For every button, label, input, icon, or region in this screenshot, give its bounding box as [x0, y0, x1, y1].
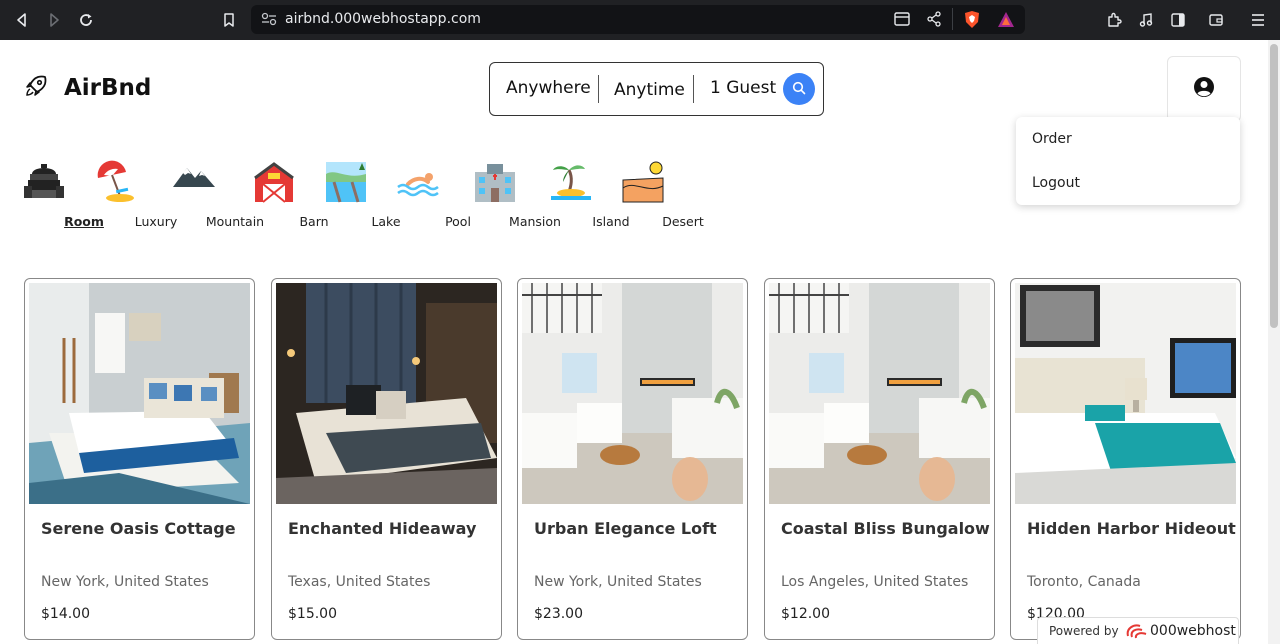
- powered-by-brand: 000webhost: [1150, 623, 1236, 639]
- browser-toolbar: airbnd.000webhostapp.com: [0, 0, 1280, 40]
- listing-photo[interactable]: [769, 283, 990, 504]
- search-divider: [693, 75, 694, 103]
- url-text: airbnd.000webhostapp.com: [285, 11, 481, 27]
- category-label: Lake: [371, 214, 401, 229]
- site-info-icon[interactable]: [261, 12, 277, 26]
- mountain-icon: [173, 160, 217, 204]
- powered-by-text: Powered by: [1049, 624, 1119, 638]
- sidebar-icon[interactable]: [1166, 8, 1190, 32]
- search-divider: [598, 75, 599, 103]
- url-divider: [952, 8, 953, 30]
- category-label: Desert: [662, 214, 704, 229]
- category-label: Pool: [445, 214, 471, 229]
- listing-price: $23.00: [534, 606, 583, 622]
- mansion-icon: [473, 160, 517, 204]
- wallet-icon[interactable]: [1204, 8, 1228, 32]
- category-label: Island: [592, 214, 630, 229]
- search-bar[interactable]: Anywhere Anytime 1 Guest: [489, 62, 824, 116]
- listing-price: $15.00: [288, 606, 337, 622]
- share-icon[interactable]: [926, 11, 942, 27]
- user-menu-button[interactable]: [1167, 56, 1241, 122]
- menu-item-order[interactable]: Order: [1032, 131, 1072, 147]
- lake-icon: [324, 160, 368, 204]
- forward-icon[interactable]: [42, 8, 66, 32]
- listing-card[interactable]: Hidden Harbor Hideout Toronto, Canada $1…: [1010, 278, 1241, 640]
- search-when[interactable]: Anytime: [614, 80, 685, 100]
- listing-price: $12.00: [781, 606, 830, 622]
- category-label: Mansion: [509, 214, 561, 229]
- back-icon[interactable]: [10, 8, 34, 32]
- search-guests[interactable]: 1 Guest: [710, 78, 776, 98]
- search-button[interactable]: [783, 73, 815, 105]
- search-where[interactable]: Anywhere: [506, 78, 591, 98]
- listing-location: Texas, United States: [288, 574, 431, 590]
- scrollbar-thumb[interactable]: [1270, 44, 1278, 328]
- listing-photo[interactable]: [522, 283, 743, 504]
- reload-icon[interactable]: [74, 8, 98, 32]
- page-scrollbar[interactable]: [1268, 40, 1280, 644]
- listing-title[interactable]: Enchanted Hideaway: [288, 519, 476, 538]
- listing-location: New York, United States: [534, 574, 702, 590]
- island-icon: [549, 160, 593, 204]
- category-label: Luxury: [134, 214, 178, 229]
- extensions-icon[interactable]: [1102, 8, 1126, 32]
- desert-icon: [621, 160, 665, 204]
- listing-title[interactable]: Serene Oasis Cottage: [41, 519, 236, 538]
- listing-location: Toronto, Canada: [1027, 574, 1141, 590]
- site-logo[interactable]: AirBnd: [24, 74, 151, 102]
- reader-mode-icon[interactable]: [894, 12, 910, 26]
- barn-icon: [252, 160, 296, 204]
- powered-by-badge[interactable]: Powered by 000webhost: [1037, 617, 1239, 644]
- listing-photo[interactable]: [276, 283, 497, 504]
- brave-shield-icon[interactable]: [963, 10, 981, 29]
- pool-icon: [396, 160, 440, 204]
- beach-umbrella-icon: [94, 160, 138, 204]
- address-bar[interactable]: airbnd.000webhostapp.com: [251, 5, 1025, 34]
- listing-photo[interactable]: [1015, 283, 1236, 504]
- media-icon[interactable]: [1134, 8, 1158, 32]
- listing-card[interactable]: Serene Oasis Cottage New York, United St…: [24, 278, 255, 640]
- listing-card[interactable]: Urban Elegance Loft New York, United Sta…: [517, 278, 748, 640]
- menu-icon[interactable]: [1246, 8, 1270, 32]
- user-avatar-icon: [1193, 76, 1215, 102]
- webhost-logo-icon: [1124, 622, 1148, 644]
- logo-text: AirBnd: [64, 75, 152, 101]
- listing-photo[interactable]: [29, 283, 250, 504]
- listing-price: $14.00: [41, 606, 90, 622]
- category-label: Barn: [299, 214, 329, 229]
- listing-card[interactable]: Enchanted Hideaway Texas, United States …: [271, 278, 502, 640]
- search-icon: [792, 80, 806, 99]
- bookmark-icon[interactable]: [217, 8, 241, 32]
- listing-title[interactable]: Hidden Harbor Hideout: [1027, 519, 1236, 538]
- menu-item-logout[interactable]: Logout: [1032, 175, 1080, 191]
- listing-location: Los Angeles, United States: [781, 574, 969, 590]
- category-label: Room: [64, 214, 104, 229]
- user-dropdown-menu: Order Logout: [1016, 117, 1240, 205]
- listing-title[interactable]: Coastal Bliss Bungalow: [781, 519, 990, 538]
- listing-title[interactable]: Urban Elegance Loft: [534, 519, 717, 538]
- listing-location: New York, United States: [41, 574, 209, 590]
- rocket-icon: [24, 74, 48, 102]
- brave-rewards-icon[interactable]: [997, 11, 1015, 28]
- listing-card[interactable]: Coastal Bliss Bungalow Los Angeles, Unit…: [764, 278, 995, 640]
- room-icon: [22, 160, 66, 204]
- category-label: Mountain: [205, 214, 265, 229]
